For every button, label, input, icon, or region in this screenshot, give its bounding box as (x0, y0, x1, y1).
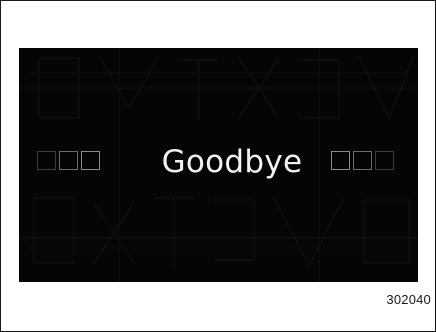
goodbye-message: Goodbye (161, 144, 303, 180)
figure-code: 302040 (386, 292, 431, 307)
placeholder-square-icon (353, 151, 372, 170)
placeholder-square-icon (81, 151, 100, 170)
placeholder-square-icon (59, 151, 78, 170)
figure-frame: Goodbye 302040 (0, 0, 436, 332)
placeholder-square-icon (331, 151, 350, 170)
goodbye-row: Goodbye (19, 136, 418, 186)
placeholder-square-icon (37, 151, 56, 170)
placeholder-square-icon (375, 151, 394, 170)
display-screen: Goodbye (19, 48, 418, 282)
